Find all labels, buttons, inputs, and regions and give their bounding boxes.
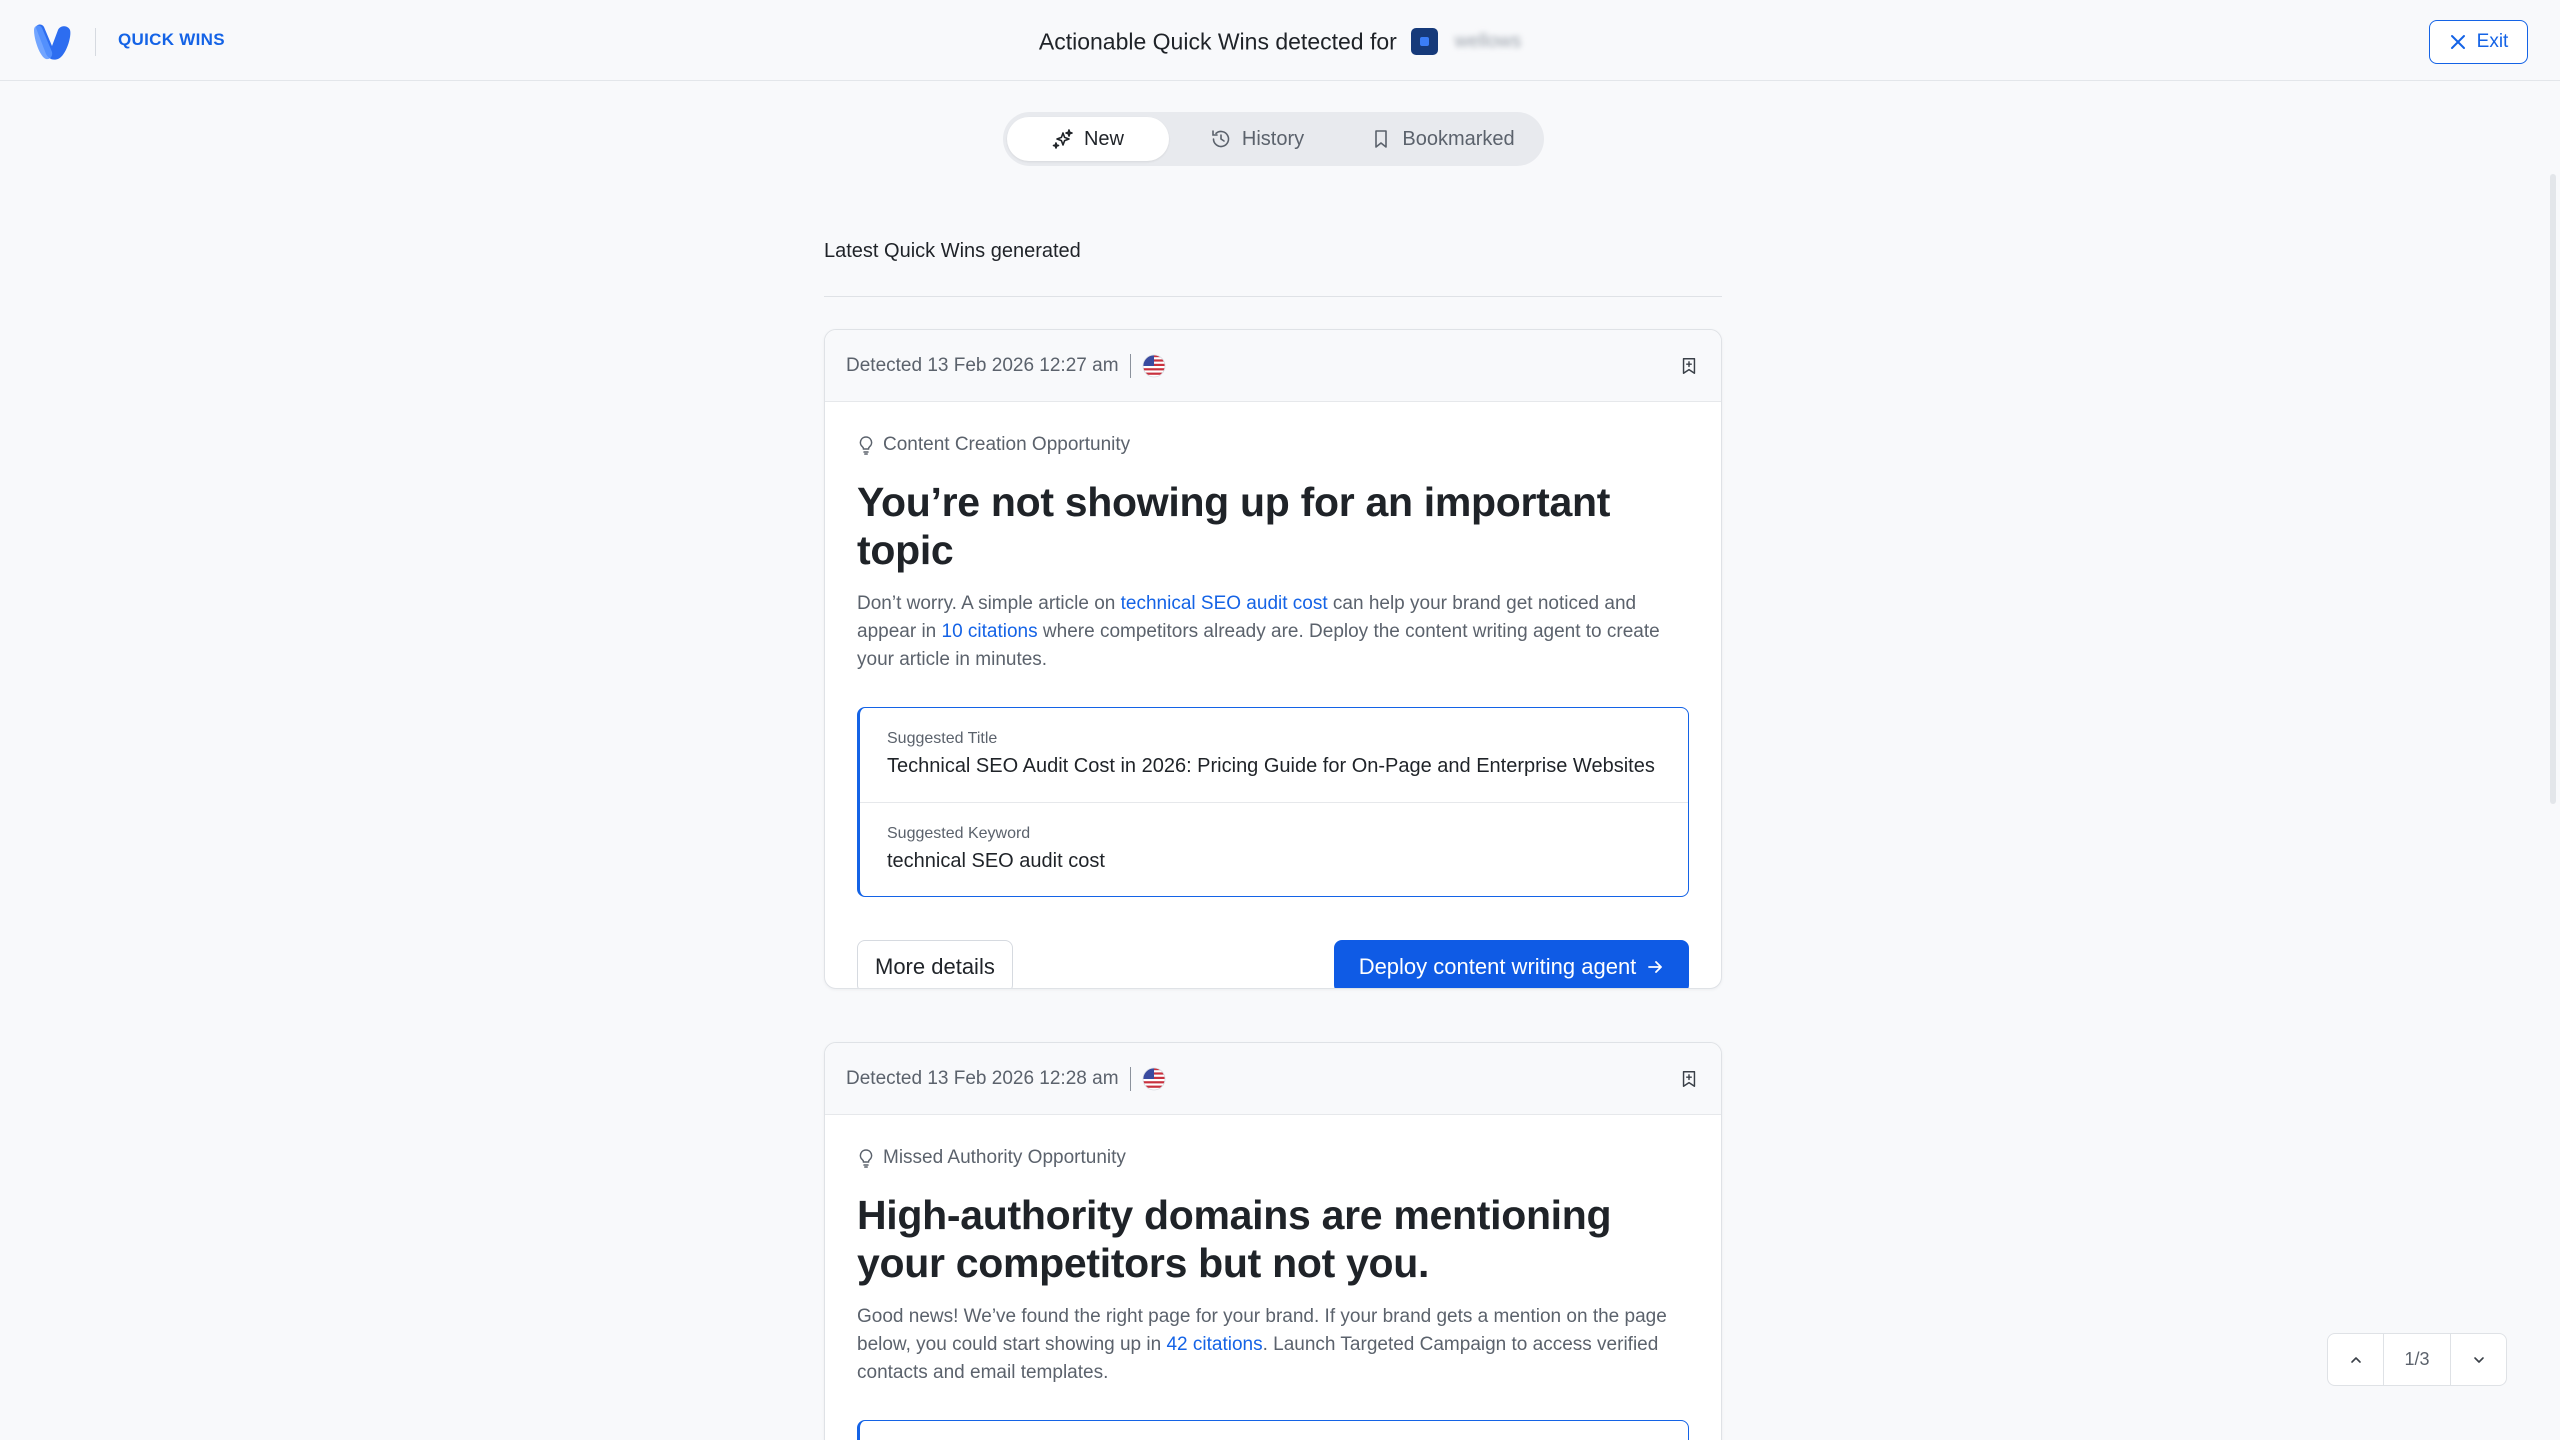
suggestion-box: Suggested Title Technical SEO Audit Cost… (857, 707, 1689, 897)
us-flag-icon (1142, 354, 1165, 377)
exit-button[interactable]: Exit (2429, 20, 2528, 64)
top-bar: QUICK WINS Actionable Quick Wins detecte… (0, 0, 2560, 81)
card-body: Content Creation Opportunity You’re not … (825, 402, 1721, 988)
tab-history[interactable]: History (1169, 117, 1345, 161)
deploy-agent-label: Deploy content writing agent (1358, 953, 1637, 979)
suggested-title-value: Technical SEO Audit Cost in 2026: Pricin… (887, 755, 1655, 777)
quick-win-card: Detected 13 Feb 2026 12:27 am Content Cr… (824, 329, 1722, 989)
card-title: High-authority domains are mentioning yo… (857, 1192, 1612, 1286)
section-heading: Latest Quick Wins generated (824, 240, 1081, 262)
exit-label: Exit (2476, 31, 2509, 52)
card-description: Good news! We’ve found the right page fo… (857, 1303, 1689, 1387)
arrow-right-icon (1648, 960, 1663, 973)
sparkles-icon (1052, 129, 1073, 149)
bookmark-add-icon (1682, 1070, 1696, 1087)
close-icon (2450, 35, 2465, 49)
category-text: Content Creation Opportunity (883, 434, 1131, 455)
section-divider (824, 296, 1722, 297)
chevron-up-icon (2350, 1356, 2361, 1363)
page-title: Actionable Quick Wins detected for wello… (0, 27, 2560, 56)
deploy-agent-button[interactable]: Deploy content writing agent (1334, 940, 1689, 988)
header-divider (1129, 1066, 1131, 1091)
card-header: Detected 13 Feb 2026 12:27 am (825, 330, 1721, 402)
category-label: Content Creation Opportunity (857, 434, 1689, 456)
bookmark-button[interactable] (1678, 355, 1700, 377)
view-tabs: New History Bookmarked (1003, 112, 1544, 166)
scrollbar-thumb[interactable] (2550, 174, 2556, 804)
chevron-down-icon (2473, 1356, 2484, 1363)
quick-win-card: Detected 13 Feb 2026 12:28 am Missed Aut… (824, 1042, 1722, 1440)
card-header: Detected 13 Feb 2026 12:28 am (825, 1043, 1721, 1115)
suggested-title-label: Suggested Title (887, 730, 998, 747)
bookmark-icon (1375, 130, 1388, 148)
tab-bookmarked[interactable]: Bookmarked (1345, 117, 1540, 161)
suggested-keyword-value: technical SEO audit cost (887, 850, 1105, 872)
topic-link[interactable]: technical SEO audit cost (1121, 593, 1328, 614)
citations-link[interactable]: 42 citations (1166, 1334, 1262, 1355)
detected-timestamp: Detected 13 Feb 2026 12:28 am (846, 1067, 1119, 1089)
suggestion-box (857, 1420, 1689, 1440)
history-icon (1212, 130, 1230, 148)
pager-count: 1/3 (2383, 1334, 2451, 1385)
next-card-button[interactable] (2451, 1334, 2506, 1385)
site-name: wellows (1454, 30, 1522, 52)
page-title-text: Actionable Quick Wins detected for (1038, 28, 1397, 55)
header-divider (1129, 353, 1131, 378)
lightbulb-icon (859, 1149, 873, 1168)
card-pager: 1/3 (2327, 1333, 2507, 1386)
card-body: Missed Authority Opportunity High-author… (825, 1115, 1721, 1440)
site-favicon-icon (1411, 28, 1439, 56)
us-flag-icon (1142, 1067, 1165, 1090)
scrollbar[interactable] (2546, 82, 2560, 1440)
category-label: Missed Authority Opportunity (857, 1147, 1689, 1169)
suggested-keyword-row: Suggested Keyword technical SEO audit co… (860, 802, 1688, 896)
tab-new[interactable]: New (1007, 117, 1169, 161)
suggested-keyword-label: Suggested Keyword (887, 825, 1031, 842)
previous-card-button[interactable] (2328, 1334, 2383, 1385)
suggested-title-row: Suggested Title Technical SEO Audit Cost… (860, 708, 1688, 802)
detected-timestamp: Detected 13 Feb 2026 12:27 am (846, 354, 1119, 376)
card-title: You’re not showing up for an important t… (857, 479, 1611, 573)
bookmark-button[interactable] (1678, 1068, 1700, 1090)
tab-new-label: New (1083, 127, 1124, 150)
tab-bookmarked-label: Bookmarked (1402, 127, 1515, 150)
lightbulb-icon (859, 436, 873, 455)
card-actions: More details Deploy content writing agen… (857, 940, 1689, 988)
more-details-button[interactable]: More details (857, 940, 1013, 988)
card-description: Don’t worry. A simple article on technic… (857, 590, 1689, 674)
citations-link[interactable]: 10 citations (942, 621, 1038, 642)
tab-history-label: History (1241, 127, 1305, 150)
desc-text: Don’t worry. A simple article on (857, 593, 1121, 614)
category-text: Missed Authority Opportunity (883, 1147, 1126, 1168)
bookmark-add-icon (1682, 357, 1696, 374)
